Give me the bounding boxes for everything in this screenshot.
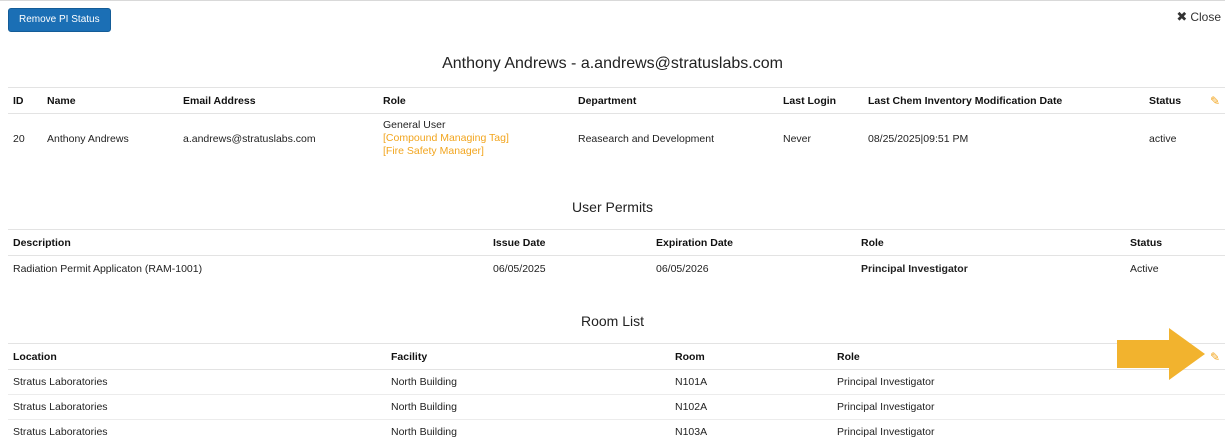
header-description: Description [8, 229, 488, 256]
header-expiration-date: Expiration Date [651, 229, 856, 256]
permits-header: Description Issue Date Expiration Date R… [8, 229, 1225, 256]
header-last-mod: Last Chem Inventory Modification Date [863, 87, 1144, 114]
permits-title: User Permits [572, 199, 653, 215]
user-row: 20 Anthony Andrews a.andrews@stratuslabs… [8, 114, 1225, 164]
user-last-login: Never [783, 132, 812, 145]
header-email: Email Address [178, 87, 378, 114]
room-location: Stratus Laboratories [13, 426, 108, 439]
role-main: General User [383, 119, 446, 132]
permit-role: Principal Investigator [861, 262, 968, 275]
user-table: ID Name Email Address Role Department La… [8, 87, 1225, 164]
room-role: Principal Investigator [832, 394, 1192, 420]
room-location: Stratus Laboratories [8, 369, 386, 395]
permits-table: Description Issue Date Expiration Date R… [8, 229, 1225, 282]
permit-expiration: 06/05/2026 [656, 262, 709, 275]
user-status: active [1149, 132, 1177, 145]
user-title: Anthony Andrews - a.andrews@stratuslabs.… [442, 55, 783, 72]
room-location: Stratus Laboratories [8, 394, 386, 420]
room-number: N103A [675, 426, 708, 439]
user-email: a.andrews@stratuslabs.com [183, 132, 316, 145]
header-department: Department [573, 87, 778, 114]
table-row: Stratus Laboratories North Building N102… [8, 394, 1225, 420]
header-status: Status [1144, 87, 1202, 114]
room-role: Principal Investigator [837, 426, 935, 439]
room-facility: North Building [386, 369, 670, 395]
header-permit-status: Status [1125, 229, 1225, 256]
arrow-right-icon [1117, 328, 1205, 380]
header-last-login: Last Login [778, 87, 863, 114]
user-last-mod: 08/25/2025|09:51 PM [868, 132, 969, 145]
header-issue-date: Issue Date [488, 229, 651, 256]
user-id: 20 [13, 132, 25, 145]
user-department: Reasearch and Development [578, 132, 714, 145]
close-button[interactable]: ✖ Close [1176, 9, 1221, 25]
table-row: Stratus Laboratories North Building N101… [8, 369, 1225, 395]
header-facility: Facility [386, 343, 670, 370]
rooms-header: Location Facility Room Role ✎ [8, 343, 1225, 370]
close-label: Close [1190, 10, 1221, 24]
room-number: N102A [670, 394, 832, 420]
rooms-title: Room List [580, 313, 645, 329]
room-facility: North Building [391, 426, 457, 439]
user-role: General User [Compound Managing Tag] [Fi… [378, 114, 573, 164]
room-facility: North Building [386, 394, 670, 420]
user-name: Anthony Andrews [47, 132, 129, 145]
header-id: ID [8, 87, 42, 114]
permit-description: Radiation Permit Applicaton (RAM-1001) [13, 262, 203, 275]
user-table-header: ID Name Email Address Role Department La… [8, 87, 1225, 114]
header-location: Location [8, 343, 386, 370]
room-number: N101A [670, 369, 832, 395]
permit-row: Radiation Permit Applicaton (RAM-1001) 0… [8, 256, 1225, 282]
pencil-icon[interactable]: ✎ [1210, 94, 1220, 108]
pencil-icon[interactable]: ✎ [1210, 350, 1220, 364]
rooms-table: Location Facility Room Role ✎ Stratus La… [8, 343, 1225, 445]
header-permit-role: Role [856, 229, 1125, 256]
table-row: Stratus Laboratories North Building N103… [8, 420, 1225, 445]
role-tag-fire-safety[interactable]: [Fire Safety Manager] [383, 145, 568, 158]
remove-pi-status-button[interactable]: Remove PI Status [8, 8, 111, 32]
header-role: Role [378, 87, 573, 114]
permit-issue: 06/05/2025 [493, 262, 546, 275]
header-name: Name [42, 87, 178, 114]
close-icon: ✖ [1176, 9, 1188, 24]
role-tag-compound[interactable]: [Compound Managing Tag] [383, 132, 568, 145]
header-room: Room [670, 343, 832, 370]
permit-status: Active [1130, 262, 1159, 275]
